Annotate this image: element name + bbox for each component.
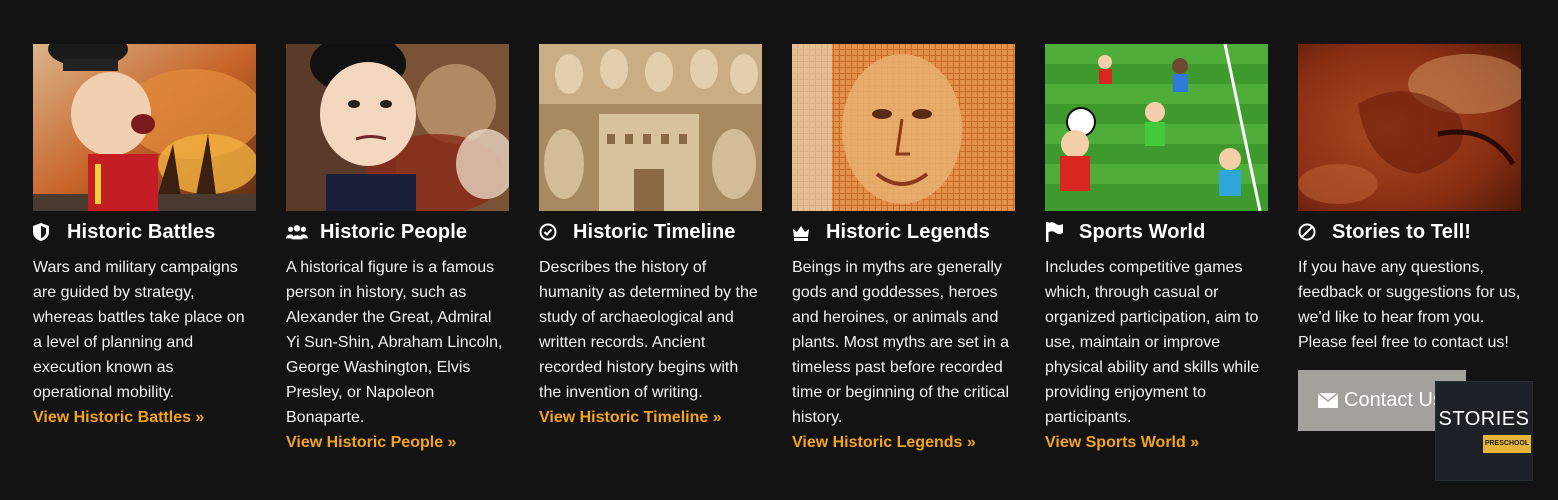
card-description: Wars and military campaigns are guided b…: [33, 259, 245, 401]
historic-timeline-image[interactable]: [539, 44, 762, 211]
card-title: Stories to Tell!: [1332, 220, 1472, 243]
historic-legends-image[interactable]: [792, 44, 1015, 211]
ban-icon: [1298, 222, 1320, 242]
card-historic-people: Historic People A historical figure is a…: [286, 44, 509, 456]
card-description: Describes the history of humanity as det…: [539, 259, 758, 401]
crown-icon: [792, 222, 814, 242]
card-title: Historic Battles: [67, 220, 216, 243]
card-title: Historic Legends: [826, 220, 990, 243]
shield-icon: [33, 222, 55, 242]
card-historic-timeline: Historic Timeline Describes the history …: [539, 44, 762, 456]
card-description: Beings in myths are generally gods and g…: [792, 259, 1009, 426]
card-title: Historic People: [320, 220, 468, 243]
historic-people-heading: Historic People: [286, 219, 509, 245]
card-historic-legends: Historic Legends Beings in myths are gen…: [792, 44, 1015, 456]
view-historic-people-link[interactable]: View Historic People »: [286, 430, 509, 456]
card-description: If you have any questions, feedback or s…: [1298, 259, 1521, 351]
sports-world-image[interactable]: [1045, 44, 1268, 211]
card-historic-battles: Historic Battles Wars and military campa…: [33, 44, 256, 456]
contact-us-label: Contact Us: [1344, 389, 1443, 411]
flag-icon: [1045, 222, 1067, 242]
historic-battles-image[interactable]: [33, 44, 256, 211]
card-title: Sports World: [1079, 220, 1206, 243]
historic-timeline-heading: Historic Timeline: [539, 219, 762, 245]
historic-battles-heading: Historic Battles: [33, 219, 256, 245]
sports-world-heading: Sports World: [1045, 219, 1268, 245]
historic-legends-heading: Historic Legends: [792, 219, 1015, 245]
view-historic-legends-link[interactable]: View Historic Legends »: [792, 430, 1015, 456]
badge-subtitle: PRESCHOOL: [1483, 435, 1531, 453]
view-sports-world-link[interactable]: View Sports World »: [1045, 430, 1268, 456]
clock-check-icon: [539, 222, 561, 242]
group-icon: [286, 222, 308, 242]
stories-to-tell-image[interactable]: [1298, 44, 1521, 211]
envelope-icon: [1318, 393, 1338, 408]
card-description: Includes competitive games which, throug…: [1045, 259, 1260, 426]
feature-row: Historic Battles Wars and military campa…: [33, 44, 1521, 456]
stories-preschool-badge[interactable]: STORIES PRESCHOOL: [1435, 381, 1533, 481]
stories-to-tell-heading: Stories to Tell!: [1298, 219, 1521, 245]
badge-title: STORIES: [1438, 408, 1530, 430]
historic-people-image[interactable]: [286, 44, 509, 211]
card-title: Historic Timeline: [573, 220, 736, 243]
card-description: A historical figure is a famous person i…: [286, 259, 503, 426]
view-historic-timeline-link[interactable]: View Historic Timeline »: [539, 405, 762, 431]
card-sports-world: Sports World Includes competitive games …: [1045, 44, 1268, 456]
view-historic-battles-link[interactable]: View Historic Battles »: [33, 405, 256, 431]
